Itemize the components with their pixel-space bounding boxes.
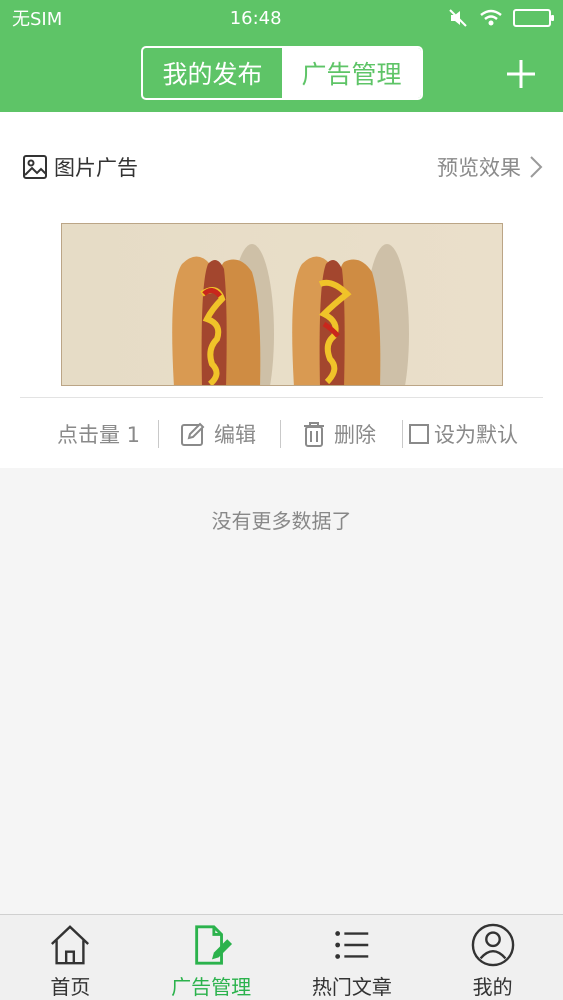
click-count: 点击量 1: [57, 419, 140, 449]
checkbox-icon: [409, 424, 429, 444]
segment-control: 我的发布 广告管理: [141, 46, 423, 100]
home-icon: [51, 925, 90, 965]
clock: 16:48: [229, 7, 282, 29]
carrier-label: 无SIM: [12, 9, 63, 30]
chevron-right-icon: [530, 156, 543, 178]
tab-home[interactable]: 首页: [0, 915, 141, 1000]
tab-home-label: 首页: [50, 975, 91, 999]
status-icons: [449, 9, 554, 27]
hot-dog-ad-image[interactable]: [61, 223, 503, 386]
tab-ad-manage-label: 广告管理: [171, 975, 252, 999]
edit-button[interactable]: 编辑: [180, 419, 256, 449]
set-default-label: 设为默认: [434, 423, 518, 447]
set-default-toggle[interactable]: 设为默认: [408, 419, 518, 449]
status-bar: 无SIM 16:48: [0, 0, 563, 36]
trash-icon: [304, 422, 324, 447]
ad-type-label: 图片广告: [54, 156, 138, 180]
list-icon: [335, 931, 369, 959]
bottom-tab-bar: 首页 广告管理 热门文章 我的: [0, 914, 563, 1000]
tab-mine[interactable]: 我的: [422, 915, 563, 1000]
user-icon: [471, 923, 514, 967]
edit-icon: [181, 422, 205, 446]
tab-mine-label: 我的: [472, 975, 513, 999]
delete-button[interactable]: 删除: [302, 419, 376, 449]
tab-my-posts[interactable]: 我的发布: [143, 48, 282, 98]
tab-ad-management[interactable]: 广告管理: [282, 48, 421, 98]
image-icon: [23, 155, 47, 179]
battery-icon: [512, 9, 554, 27]
preview-link[interactable]: 预览效果: [437, 152, 543, 182]
ad-card-header: 图片广告 预览效果: [22, 150, 543, 184]
tab-hot-articles[interactable]: 热门文章: [282, 915, 423, 1000]
wifi-icon: [480, 9, 502, 26]
tab-hot-articles-label: 热门文章: [311, 975, 392, 999]
edit-label: 编辑: [214, 423, 256, 447]
ad-type-title: 图片广告: [22, 152, 138, 182]
tab-ad-manage[interactable]: 广告管理: [141, 915, 282, 1000]
ad-edit-icon: [195, 925, 233, 965]
action-separator: [280, 420, 281, 448]
click-count-label: 点击量 1: [57, 423, 141, 447]
preview-label: 预览效果: [437, 156, 521, 180]
card-divider: [20, 397, 543, 398]
action-separator: [402, 420, 403, 448]
ad-illustration: [62, 224, 502, 385]
plus-icon[interactable]: [501, 54, 541, 94]
list-end-message: 没有更多数据了: [211, 509, 352, 533]
app-header: 我的发布 广告管理: [0, 36, 563, 112]
action-separator: [158, 420, 159, 448]
ad-actions-bar: 点击量 1 编辑 删除 设为默认: [0, 412, 563, 456]
delete-label: 删除: [334, 423, 376, 447]
mute-icon: [449, 9, 467, 27]
ad-card: 图片广告 预览效果 点击量 1 编辑 删除 设为默认: [0, 112, 563, 468]
